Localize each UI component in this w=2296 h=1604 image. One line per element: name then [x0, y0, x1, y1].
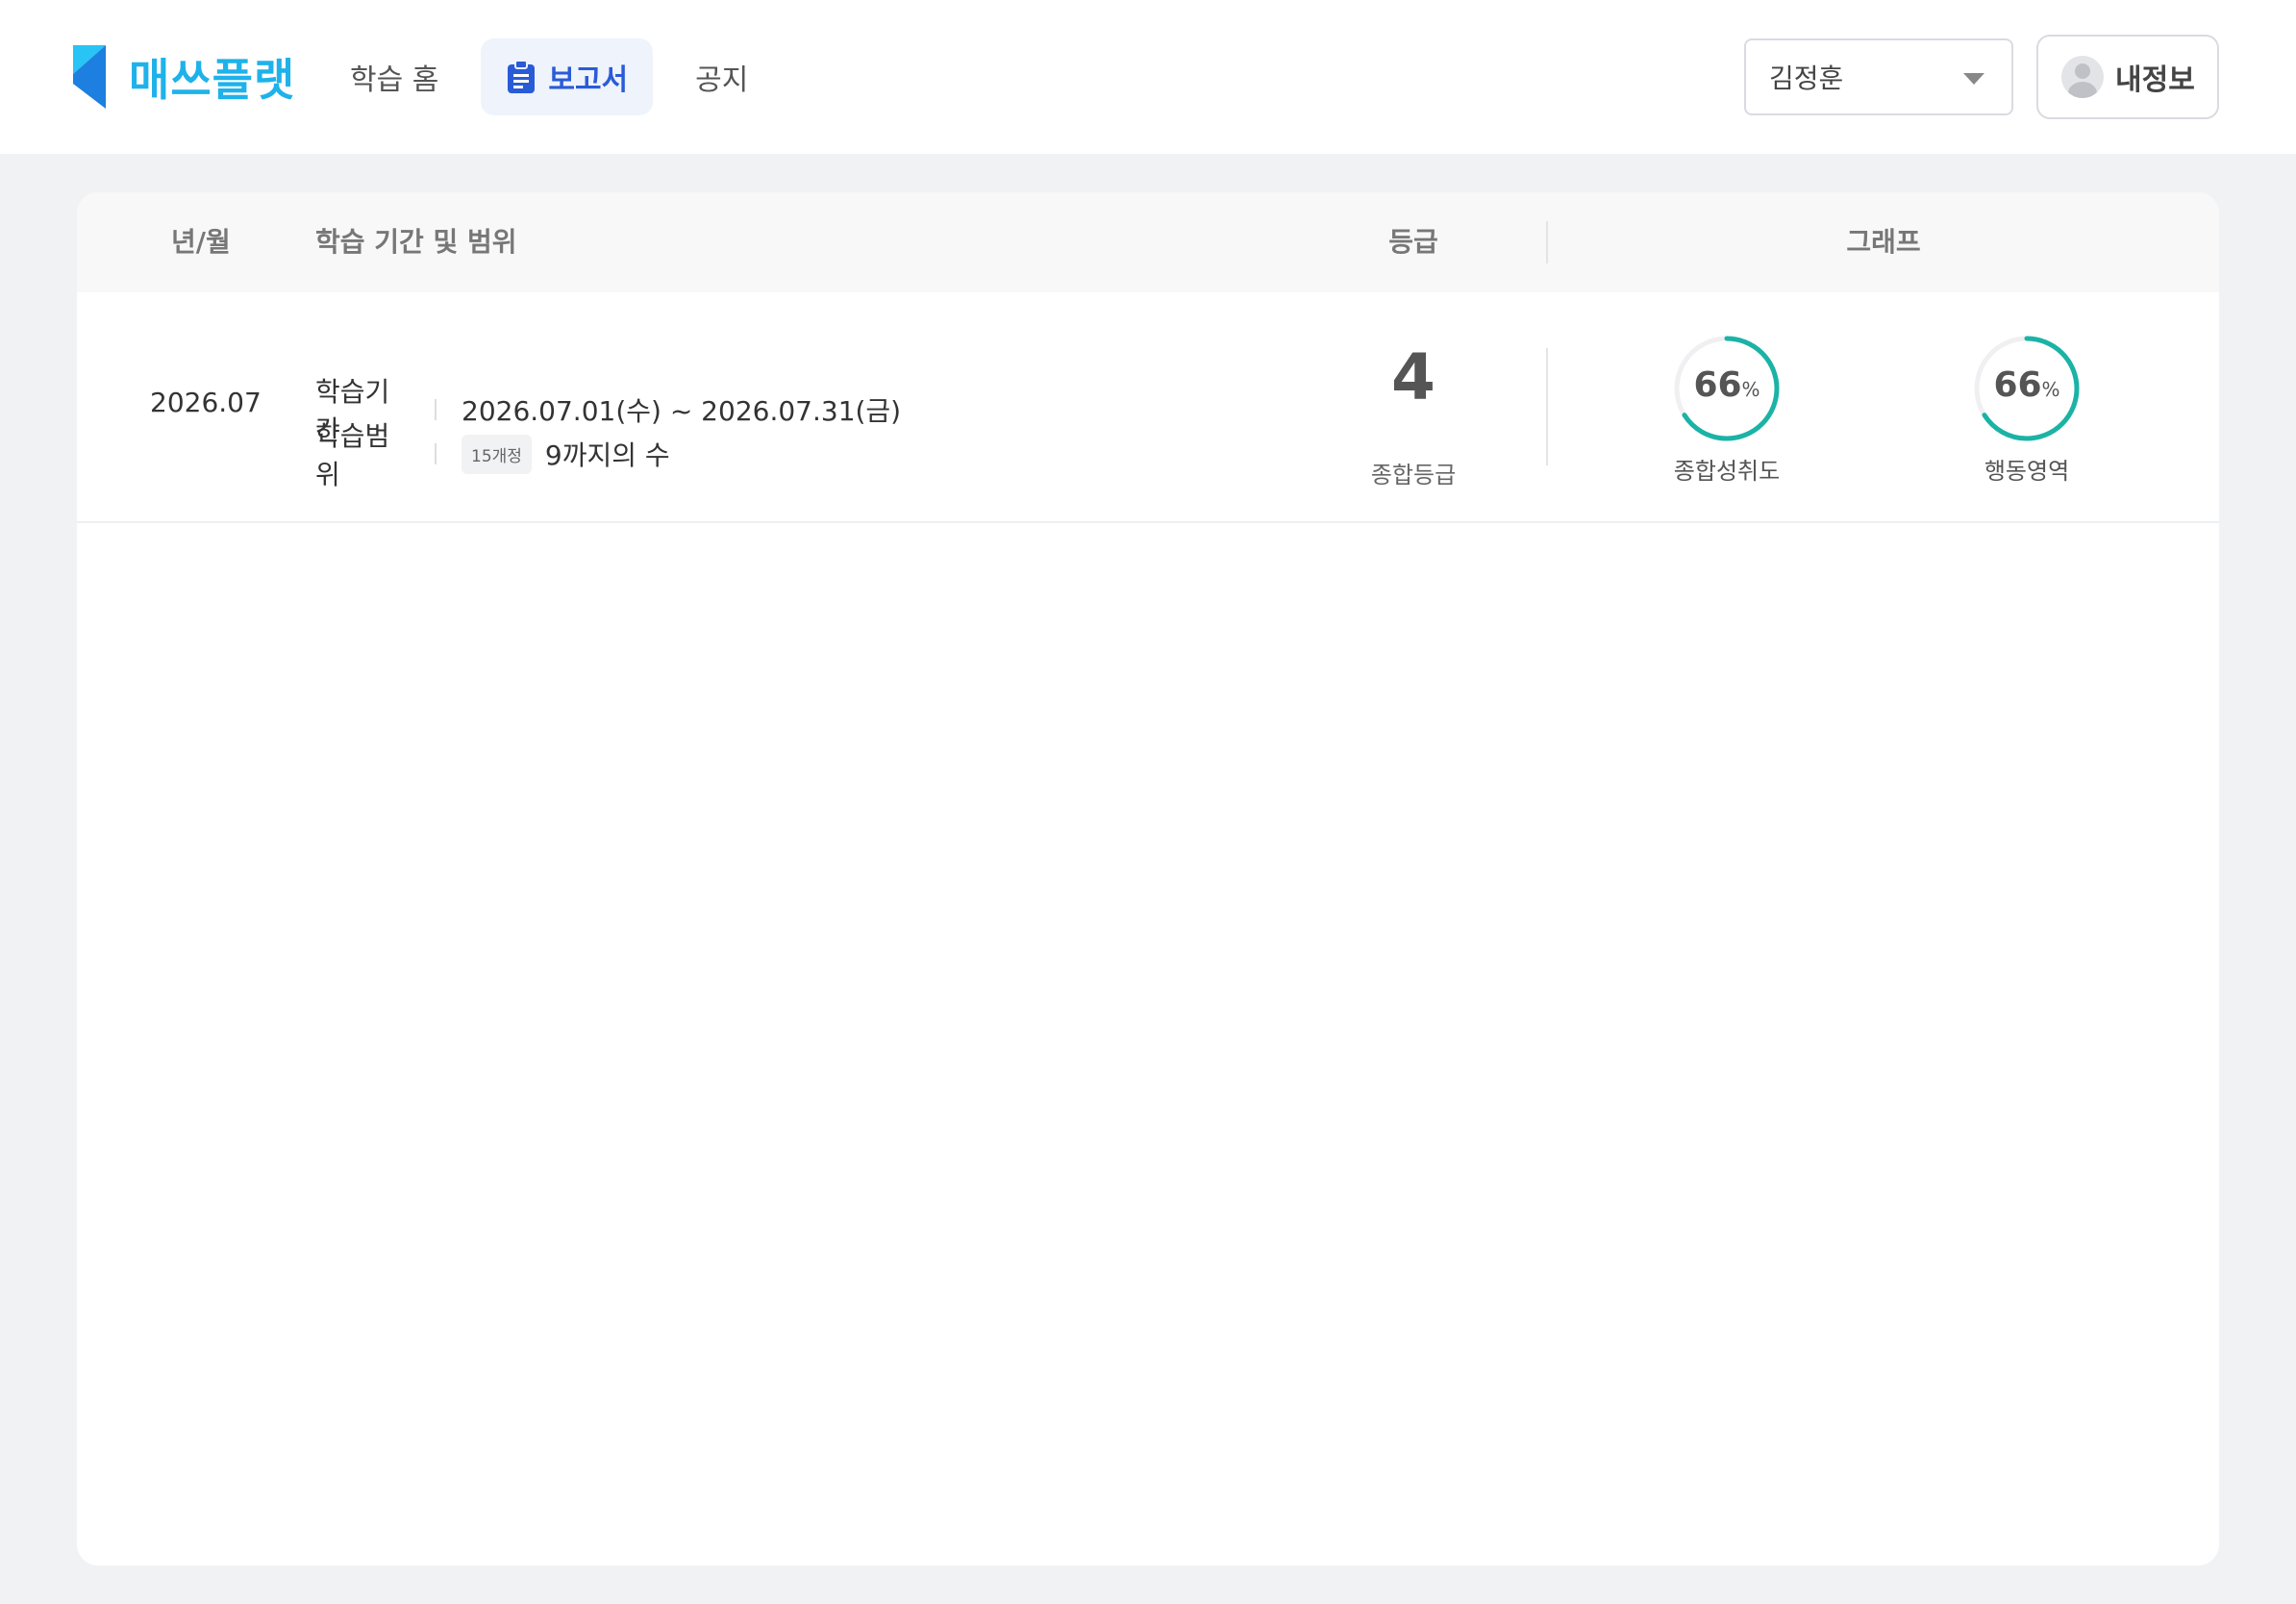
brand-logo-icon: [73, 45, 106, 109]
gauge-label: 종합성취도: [1673, 458, 1781, 485]
table-row[interactable]: 2026.07 학습기간 2026.07.01(수) ~ 2026.07.31(…: [77, 292, 2219, 523]
nav-tab-report[interactable]: 보고서: [481, 38, 654, 115]
header-graph: 그래프: [1846, 226, 1921, 258]
header-grade: 등급: [1388, 226, 1438, 258]
separator: [435, 443, 437, 464]
top-navigation-bar: 매쓰플랫 학습 홈 보고서 공지 김정훈 내정보: [0, 0, 2296, 154]
avatar-icon: [2061, 56, 2104, 98]
brand-name: 매쓰플랫: [129, 54, 296, 106]
gauge-percent: 66%: [1631, 365, 1823, 405]
gauge-label: 행동영역: [1984, 458, 2070, 485]
student-select[interactable]: 김정훈: [1744, 38, 2013, 115]
overall-grade-value: 4: [1391, 340, 1435, 414]
student-select-value: 김정훈: [1769, 63, 1844, 94]
gauge-behavior-domain: 66% 행동영역: [1931, 335, 2123, 485]
main-nav: 학습 홈 보고서 공지: [333, 38, 790, 115]
my-info-label: 내정보: [2115, 63, 2195, 97]
gauge-value: 66: [1993, 365, 2042, 405]
chevron-down-icon: [1963, 73, 1984, 85]
study-range-value: 9까지의 수: [544, 439, 670, 471]
clipboard-icon: [508, 60, 536, 93]
nav-tab-notice[interactable]: 공지: [678, 38, 765, 115]
study-range-line: 학습범위 15개정 9까지의 수: [315, 415, 670, 492]
overall-grade-label: 종합등급: [1370, 462, 1457, 489]
header-period-range: 학습 기간 및 범위: [315, 226, 517, 258]
gauge-percent: 66%: [1931, 365, 2123, 405]
brand-logo[interactable]: 매쓰플랫: [73, 44, 295, 110]
row-year-month: 2026.07: [150, 387, 262, 418]
gauge-value: 66: [1693, 365, 1742, 405]
nav-tab-label: 보고서: [548, 63, 629, 97]
gauge-unit: %: [2041, 378, 2060, 401]
study-range-label: 학습범위: [315, 420, 390, 490]
header-year-month: 년/월: [171, 226, 231, 258]
report-list-card: 년/월 학습 기간 및 범위 등급 그래프 2026.07 학습기간 2026.…: [77, 192, 2219, 1566]
nav-tab-learning-home[interactable]: 학습 홈: [333, 38, 456, 115]
nav-tab-label: 공지: [695, 63, 749, 97]
gauge-unit: %: [1741, 378, 1760, 401]
nav-tab-label: 학습 홈: [350, 63, 439, 97]
row-divider: [1546, 348, 1548, 465]
curriculum-tag: 15개정: [462, 434, 532, 474]
gauge-overall-achievement: 66% 종합성취도: [1631, 335, 1823, 485]
table-header: 년/월 학습 기간 및 범위 등급 그래프: [77, 192, 2219, 292]
my-info-button[interactable]: 내정보: [2036, 35, 2219, 119]
